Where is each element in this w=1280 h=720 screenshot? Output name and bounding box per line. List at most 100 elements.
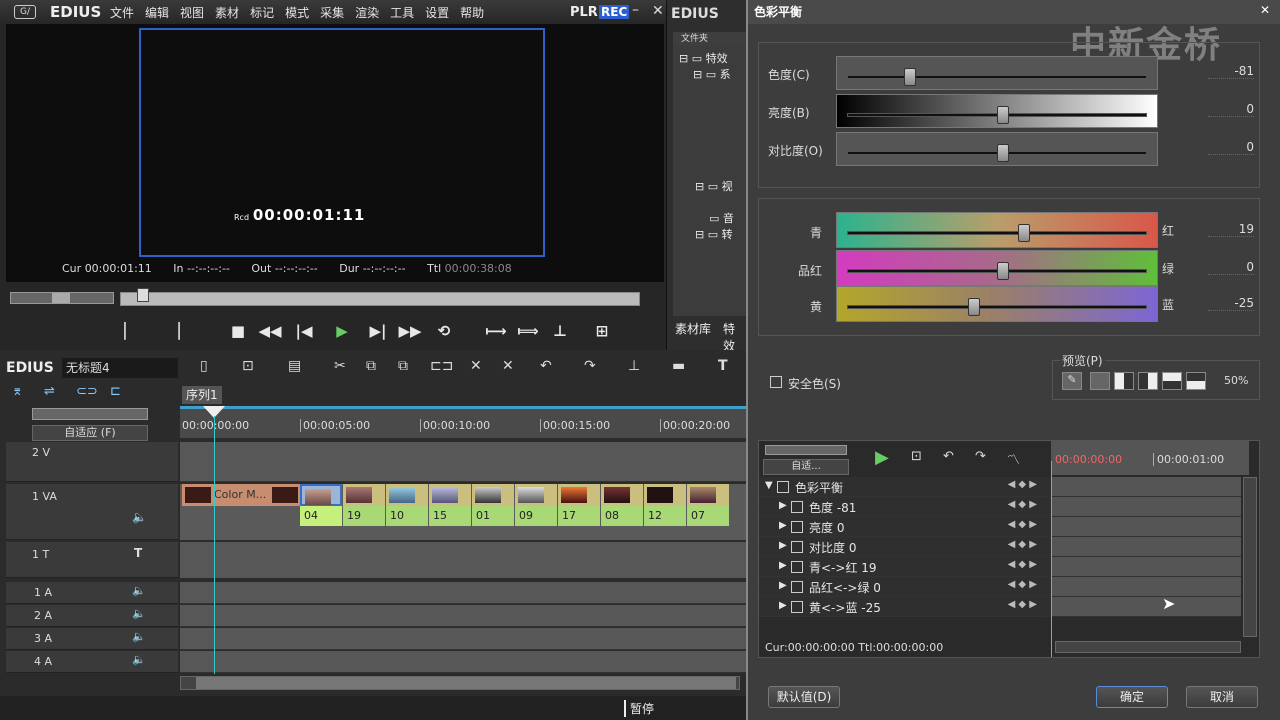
lane-a4[interactable]	[180, 651, 746, 673]
audio-clip[interactable]: 15	[429, 506, 471, 526]
lane-a1[interactable]	[180, 582, 746, 604]
audio-clip[interactable]: 10	[386, 506, 428, 526]
slider-value[interactable]: -25	[1208, 296, 1254, 311]
slider-track-area[interactable]	[836, 132, 1158, 166]
lane-a2[interactable]	[180, 605, 746, 627]
speaker-icon[interactable]: 🔈	[132, 510, 147, 524]
kf-row-brightness[interactable]: ▶ 亮度 0 ◀ ◆ ▶	[759, 517, 1047, 537]
loop-icon[interactable]: ⟲	[432, 320, 456, 342]
audio-clip[interactable]: 01	[472, 506, 514, 526]
dialog-close-icon[interactable]: ✕	[1260, 3, 1270, 17]
kf-checkbox[interactable]	[791, 561, 803, 573]
expand-arrow-icon[interactable]: ▶	[779, 500, 787, 511]
kf-ruler[interactable]: 00:00:00:00 00:00:01:00	[1051, 441, 1249, 475]
kf-row-chroma[interactable]: ▶ 色度 -81 ◀ ◆ ▶	[759, 497, 1047, 517]
preview-split-left-icon[interactable]	[1114, 372, 1134, 390]
expand-arrow-icon[interactable]: ▶	[779, 560, 787, 571]
kf-row-group[interactable]: ▼ 色彩平衡 ◀ ◆ ▶	[759, 477, 1047, 497]
minimize-icon[interactable]: –	[632, 2, 639, 18]
kf-row-cyan-red[interactable]: ▶ 青<->红 19 ◀ ◆ ▶	[759, 557, 1047, 577]
menu-marker[interactable]: 标记	[250, 6, 274, 20]
kf-next-icon[interactable]: ↷	[975, 449, 986, 464]
slider-knob[interactable]	[997, 262, 1009, 280]
cut-icon[interactable]: ✂	[334, 358, 346, 374]
delete-icon[interactable]: ✕	[470, 358, 482, 374]
playhead-slider-knob[interactable]	[137, 288, 149, 302]
fast-forward-icon[interactable]: ▶▶	[398, 320, 422, 342]
fit-dropdown[interactable]: 自适应 (F)	[32, 425, 148, 441]
safe-color-checkbox[interactable]	[770, 376, 782, 388]
play-icon[interactable]: ▶	[330, 320, 354, 342]
menu-file[interactable]: 文件	[110, 6, 134, 20]
kf-nav-icons[interactable]: ◀ ◆ ▶	[1008, 539, 1037, 550]
sync-mode-icon[interactable]: ⌆	[12, 384, 23, 399]
video-clip[interactable]	[687, 484, 729, 506]
brightness-slider[interactable]	[847, 106, 1147, 124]
track-header-a2[interactable]: 2 A 🔈	[6, 605, 178, 627]
kf-nav-icons[interactable]: ◀ ◆ ▶	[1008, 559, 1037, 570]
a1-speaker-icon[interactable]: 🔈	[132, 584, 146, 597]
insert-icon[interactable]: ⟼	[484, 320, 508, 342]
default-button[interactable]: 默认值(D)	[768, 686, 840, 708]
kf-play-icon[interactable]: ▶	[875, 447, 889, 468]
audio-clip[interactable]: 12	[644, 506, 686, 526]
lane-t1[interactable]	[180, 542, 746, 578]
set-out-icon[interactable]: ▕	[162, 320, 186, 342]
audio-clip[interactable]: 07	[687, 506, 729, 526]
chroma-slider[interactable]	[847, 68, 1147, 86]
menu-tools[interactable]: 工具	[390, 6, 414, 20]
magenta-green-slider[interactable]	[847, 262, 1147, 280]
kf-loop-icon[interactable]: ⊡	[911, 449, 922, 464]
preview-split-top-icon[interactable]	[1162, 372, 1182, 390]
slider-track-area[interactable]	[836, 56, 1158, 90]
kf-zoom-slider[interactable]	[765, 445, 847, 455]
slider-track-area[interactable]	[836, 94, 1158, 128]
rewind-icon[interactable]: ◀◀	[258, 320, 282, 342]
menu-clip[interactable]: 素材	[215, 6, 239, 20]
kf-row-magenta-green[interactable]: ▶ 品红<->绿 0 ◀ ◆ ▶	[759, 577, 1047, 597]
plr-button[interactable]: PLR	[570, 5, 598, 20]
output-icon[interactable]: ⊞	[590, 320, 614, 342]
slider-track-area[interactable]	[836, 250, 1158, 286]
preview-split-right-icon[interactable]	[1138, 372, 1158, 390]
playhead-slider-track[interactable]	[120, 292, 640, 306]
tree-item-system[interactable]: ⊟ ▭ 系	[693, 66, 731, 82]
a3-speaker-icon[interactable]: 🔈	[132, 630, 146, 643]
timeline-ruler[interactable]: 00:00:00:00 00:00:05:00 00:00:10:00 00:0…	[180, 406, 746, 438]
color-matte-clip[interactable]: Color M...	[182, 484, 300, 506]
shuttle-knob[interactable]	[52, 293, 70, 303]
track-header-v2[interactable]: 2 V	[6, 442, 178, 482]
kf-vscroll[interactable]	[1243, 477, 1257, 637]
lane-va1[interactable]: Color M... 04 19 10 15 01 09 17 08 12 07	[180, 484, 746, 540]
slider-knob[interactable]	[968, 298, 980, 316]
menu-view[interactable]: 视图	[180, 6, 204, 20]
tree-item-effects[interactable]: ⊟ ▭ 特效	[679, 50, 728, 66]
tree-item-audio[interactable]: ▭ 音	[709, 210, 734, 226]
tree-item-video[interactable]: ⊟ ▭ 视	[695, 178, 733, 194]
slider-value[interactable]: -81	[1208, 64, 1254, 79]
preview-percent[interactable]: 50%	[1224, 374, 1248, 387]
kf-checkbox[interactable]	[791, 581, 803, 593]
slider-knob[interactable]	[997, 144, 1009, 162]
step-back-icon[interactable]: |◀	[292, 320, 316, 342]
save-icon[interactable]: ▤	[288, 358, 301, 374]
timeline-hscroll-thumb[interactable]	[196, 677, 736, 689]
menu-settings[interactable]: 设置	[425, 6, 449, 20]
trim-icon[interactable]: ⊥	[548, 320, 572, 342]
preview-full-icon[interactable]	[1090, 372, 1110, 390]
undo-icon[interactable]: ↶	[540, 358, 552, 374]
zoom-slider[interactable]	[32, 408, 148, 420]
kf-checkbox[interactable]	[791, 501, 803, 513]
menu-capture[interactable]: 采集	[320, 6, 344, 20]
set-in-icon[interactable]: ▏	[118, 320, 142, 342]
ripple-delete-icon[interactable]: ✕	[502, 358, 514, 374]
kf-nav-icons[interactable]: ◀ ◆ ▶	[1008, 599, 1037, 610]
slider-knob[interactable]	[997, 106, 1009, 124]
kf-fit-dropdown[interactable]: 自适...	[763, 459, 849, 475]
kf-nav-icons[interactable]: ◀ ◆ ▶	[1008, 499, 1037, 510]
add-cut-icon[interactable]: ⊥	[628, 358, 640, 374]
audio-clip[interactable]: 17	[558, 506, 600, 526]
a4-speaker-icon[interactable]: 🔈	[132, 653, 146, 666]
rec-button[interactable]: REC	[599, 5, 630, 19]
replace-icon[interactable]: ⊏⊐	[430, 358, 453, 374]
